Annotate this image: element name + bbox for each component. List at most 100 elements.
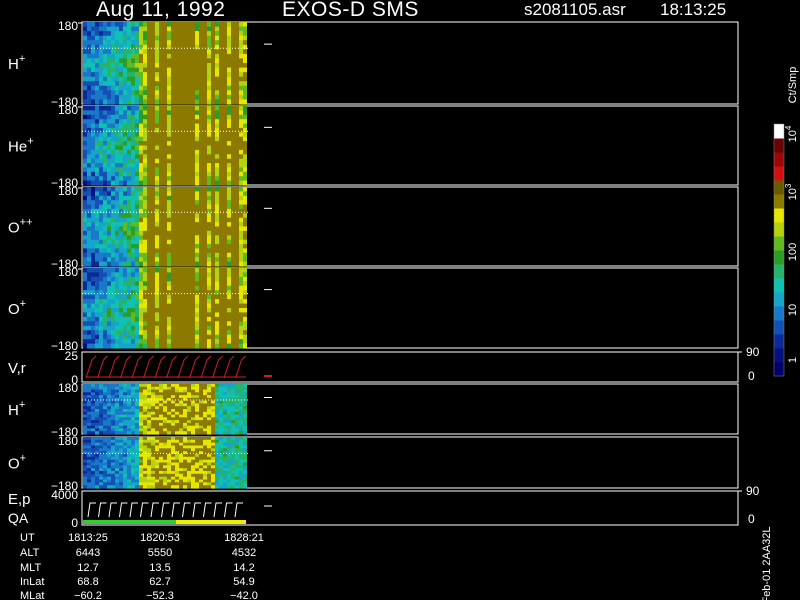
heatmap-cell: [203, 180, 207, 186]
heatmap-cell: [167, 49, 171, 55]
heatmap-cell: [211, 106, 215, 111]
heatmap-cell: [163, 44, 167, 50]
heatmap-cell: [155, 222, 159, 228]
heatmap-cell: [99, 187, 103, 192]
heatmap-cell: [103, 40, 107, 46]
heatmap-cell: [215, 53, 219, 60]
heatmap-cell: [131, 67, 135, 73]
heatmap-cell: [187, 217, 191, 223]
heatmap-cell: [207, 439, 211, 444]
heatmap-cell: [119, 485, 123, 489]
heatmap-cell: [171, 180, 175, 186]
heatmap-cell: [119, 439, 123, 444]
heatmap-cell: [139, 222, 143, 228]
heatmap-cell: [223, 187, 227, 192]
heatmap-cell: [175, 40, 179, 46]
heatmap-cell: [227, 53, 231, 60]
heatmap-cell: [131, 145, 135, 151]
heatmap-cell: [207, 230, 211, 236]
heatmap-cell: [155, 22, 159, 28]
heatmap-cell: [219, 171, 223, 177]
heatmap-cell: [115, 252, 119, 258]
heatmap-cell: [83, 213, 87, 219]
heatmap-cell: [215, 290, 219, 296]
heatmap-cell: [191, 257, 195, 263]
heatmap-cell: [239, 456, 243, 461]
footer-table: UT 1813:25 1820:53 1828:21ALT 6443 5550 4532ML…: [20, 532, 264, 600]
heatmap-cell: [203, 439, 207, 444]
heatmap-cell: [207, 339, 211, 345]
heatmap-cell: [91, 63, 95, 69]
heatmap-cell: [111, 63, 115, 69]
heatmap-cell: [199, 40, 203, 46]
heatmap-cell: [187, 244, 191, 250]
heatmap-cell: [143, 26, 147, 32]
heatmap-cell: [123, 85, 127, 91]
heatmap-cell: [207, 171, 211, 177]
heatmap-cell: [187, 235, 191, 241]
heatmap-cell: [195, 40, 199, 46]
heatmap-cell: [155, 261, 159, 267]
color-bar-tick-exponent: 4: [784, 125, 793, 130]
heatmap-cell: [99, 321, 103, 327]
heatmap-cell: [183, 456, 187, 461]
heatmap-cell: [227, 208, 231, 214]
heatmap-cell: [227, 106, 231, 111]
heatmap-cell: [83, 299, 87, 305]
heatmap-cell: [151, 485, 155, 489]
heatmap-cell: [111, 299, 115, 305]
heatmap-cell: [215, 299, 219, 305]
heatmap-cell: [239, 31, 243, 37]
heatmap-cell: [195, 316, 199, 322]
heatmap-cell: [83, 312, 87, 318]
heatmap-cell: [167, 268, 171, 273]
heatmap-cell: [99, 316, 103, 322]
heatmap-cell: [195, 222, 199, 228]
heatmap-cell: [111, 136, 115, 142]
heatmap-cell: [235, 123, 239, 129]
heatmap-cell: [231, 281, 235, 287]
heatmap-cell: [131, 268, 135, 273]
heatmap-cell: [211, 330, 215, 336]
heatmap-cell: [203, 222, 207, 228]
heatmap-cell: [151, 22, 155, 28]
heatmap-cell: [163, 149, 167, 155]
heatmap-cell: [243, 195, 247, 201]
heatmap-cell: [155, 149, 159, 155]
heatmap-cell: [147, 321, 151, 327]
heatmap-cell: [191, 316, 195, 322]
heatmap-cell: [151, 325, 155, 331]
heatmap-cell: [243, 439, 247, 444]
heatmap-cell: [103, 119, 107, 125]
heatmap-cell: [87, 123, 91, 129]
heatmap-cell: [195, 308, 199, 313]
heatmap-cell: [99, 312, 103, 318]
heatmap-cell: [179, 149, 183, 155]
heatmap-cell: [135, 439, 139, 444]
heatmap-cell: [103, 239, 107, 245]
heatmap-cell: [199, 308, 203, 313]
heatmap-cell: [199, 63, 203, 69]
heatmap-cell: [107, 230, 111, 236]
heatmap-cell: [107, 325, 111, 331]
heatmap-cell: [95, 285, 99, 291]
color-bar-segment: [774, 348, 784, 363]
heatmap-cell: [227, 136, 231, 142]
heatmap-cell: [163, 26, 167, 32]
heatmap-cell: [163, 154, 167, 160]
heatmap-cell: [175, 53, 179, 60]
heatmap-cell: [207, 72, 211, 78]
heatmap-cell: [155, 316, 159, 322]
heatmap-cell: [187, 303, 191, 309]
heatmap-cell: [167, 163, 171, 169]
heatmap-cell: [99, 257, 103, 263]
heatmap-cell: [107, 456, 111, 461]
heatmap-cell: [163, 90, 167, 96]
heatmap-cell: [163, 248, 167, 254]
heatmap-cell: [119, 99, 123, 105]
heatmap-cell: [83, 239, 87, 245]
heatmap-cell: [243, 485, 247, 489]
heatmap-cell: [243, 473, 247, 478]
heatmap-cell: [139, 485, 143, 489]
heatmap-cell: [123, 158, 127, 164]
